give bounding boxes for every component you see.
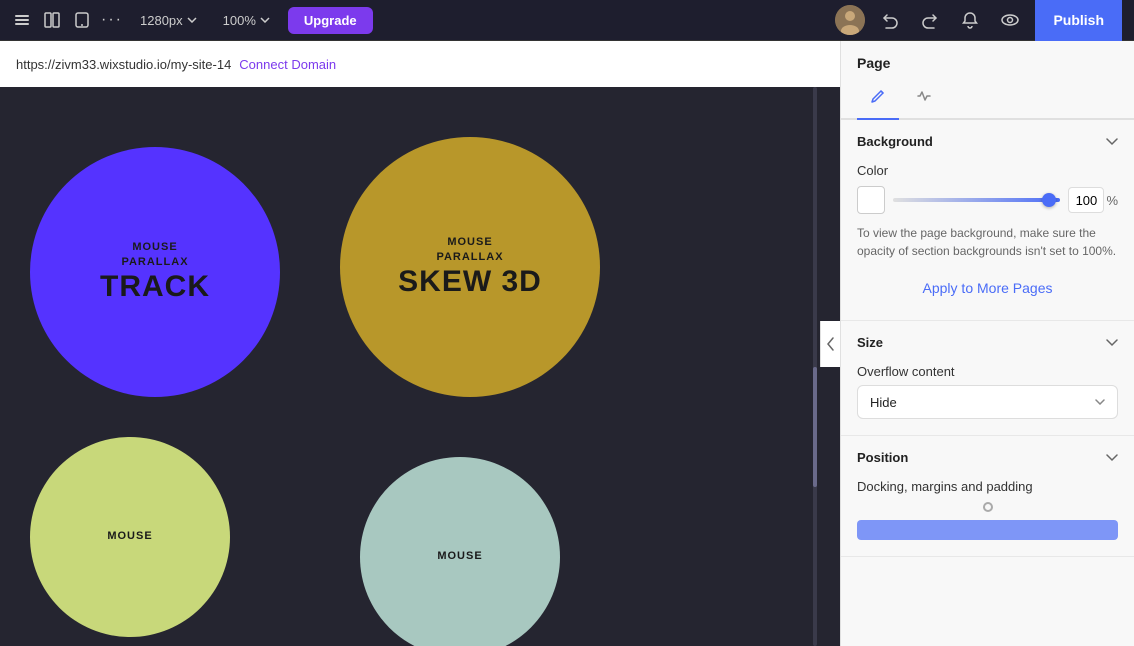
zoom-selector[interactable]: 100% (215, 9, 278, 32)
opacity-unit: % (1106, 193, 1118, 208)
panel-tabs (841, 79, 1134, 120)
url-text: https://zivm33.wixstudio.io/my-site-14 (16, 57, 231, 72)
menu-icon[interactable] (12, 10, 32, 30)
topbar-right: Publish (835, 0, 1122, 41)
position-body: Docking, margins and padding (841, 479, 1134, 556)
mobile-icon[interactable] (72, 10, 92, 30)
tab-design[interactable] (857, 79, 899, 120)
redo-button[interactable] (915, 5, 945, 35)
opacity-track (893, 198, 1060, 202)
circle-skew: MOUSEPARALLAX SKEW 3D (340, 137, 600, 397)
position-section: Position Docking, margins and padding (841, 436, 1134, 557)
docking-radio-button[interactable] (983, 502, 993, 512)
circle-track: MOUSEPARALLAX TRACK (30, 147, 280, 397)
circle-skew-title: SKEW 3D (398, 265, 542, 299)
scrollbar-track (813, 87, 817, 646)
apply-to-more-pages-link[interactable]: Apply to More Pages (857, 272, 1118, 304)
panel-title: Page (841, 41, 1134, 71)
docking-radio (857, 502, 1118, 512)
upgrade-button[interactable]: Upgrade (288, 7, 373, 34)
size-body: Overflow content Hide (841, 364, 1134, 435)
docking-label: Docking, margins and padding (857, 479, 1118, 494)
position-section-header[interactable]: Position (841, 436, 1134, 479)
scrollbar-thumb[interactable] (813, 367, 817, 487)
circle-lightblue: MOUSE (360, 457, 560, 646)
topbar: ··· 1280px 100% Upgrade (0, 0, 1134, 41)
collapse-panel-button[interactable] (820, 321, 840, 367)
url-bar: https://zivm33.wixstudio.io/my-site-14 C… (0, 41, 840, 87)
overflow-value: Hide (870, 395, 1095, 410)
overflow-label: Overflow content (857, 364, 1118, 379)
canvas-scrollbar[interactable] (812, 87, 818, 646)
background-title: Background (857, 134, 933, 149)
circle-green: MOUSE (30, 437, 230, 637)
size-section-header[interactable]: Size (841, 321, 1134, 364)
color-swatch[interactable] (857, 186, 885, 214)
size-section: Size Overflow content Hide (841, 321, 1134, 436)
background-body: Color % To view the page background, mak… (841, 163, 1134, 320)
avatar[interactable] (835, 5, 865, 35)
resolution-selector[interactable]: 1280px (132, 9, 205, 32)
circle-skew-label: MOUSEPARALLAX (436, 235, 503, 266)
opacity-thumb[interactable] (1042, 193, 1056, 207)
circle-lightblue-label: MOUSE (437, 549, 482, 564)
background-section-header[interactable]: Background (841, 120, 1134, 163)
position-title: Position (857, 450, 908, 465)
color-row: % (857, 186, 1118, 214)
more-icon[interactable]: ··· (102, 10, 122, 30)
canvas-area: https://zivm33.wixstudio.io/my-site-14 C… (0, 41, 840, 646)
background-section: Background Color % (841, 120, 1134, 321)
overflow-select[interactable]: Hide (857, 385, 1118, 419)
right-panel: Page Background (840, 41, 1134, 646)
connect-domain-link[interactable]: Connect Domain (239, 57, 336, 72)
color-label: Color (857, 163, 1118, 178)
background-note: To view the page background, make sure t… (857, 224, 1118, 260)
preview-button[interactable] (995, 5, 1025, 35)
notifications-button[interactable] (955, 5, 985, 35)
panel-icon[interactable] (42, 10, 62, 30)
publish-button[interactable]: Publish (1035, 0, 1122, 41)
opacity-slider[interactable] (893, 186, 1060, 214)
undo-button[interactable] (875, 5, 905, 35)
circle-track-title: TRACK (100, 270, 210, 304)
opacity-value-container: % (1068, 187, 1118, 213)
main-layout: https://zivm33.wixstudio.io/my-site-14 C… (0, 41, 1134, 646)
circle-green-label: MOUSE (107, 529, 152, 544)
canvas-content: MOUSEPARALLAX TRACK MOUSEPARALLAX SKEW 3… (0, 87, 840, 646)
resolution-value: 1280px (140, 13, 183, 28)
zoom-value: 100% (223, 13, 256, 28)
size-title: Size (857, 335, 883, 350)
circle-track-label: MOUSEPARALLAX (121, 240, 188, 271)
tab-behavior[interactable] (903, 79, 945, 120)
opacity-input[interactable] (1068, 187, 1104, 213)
